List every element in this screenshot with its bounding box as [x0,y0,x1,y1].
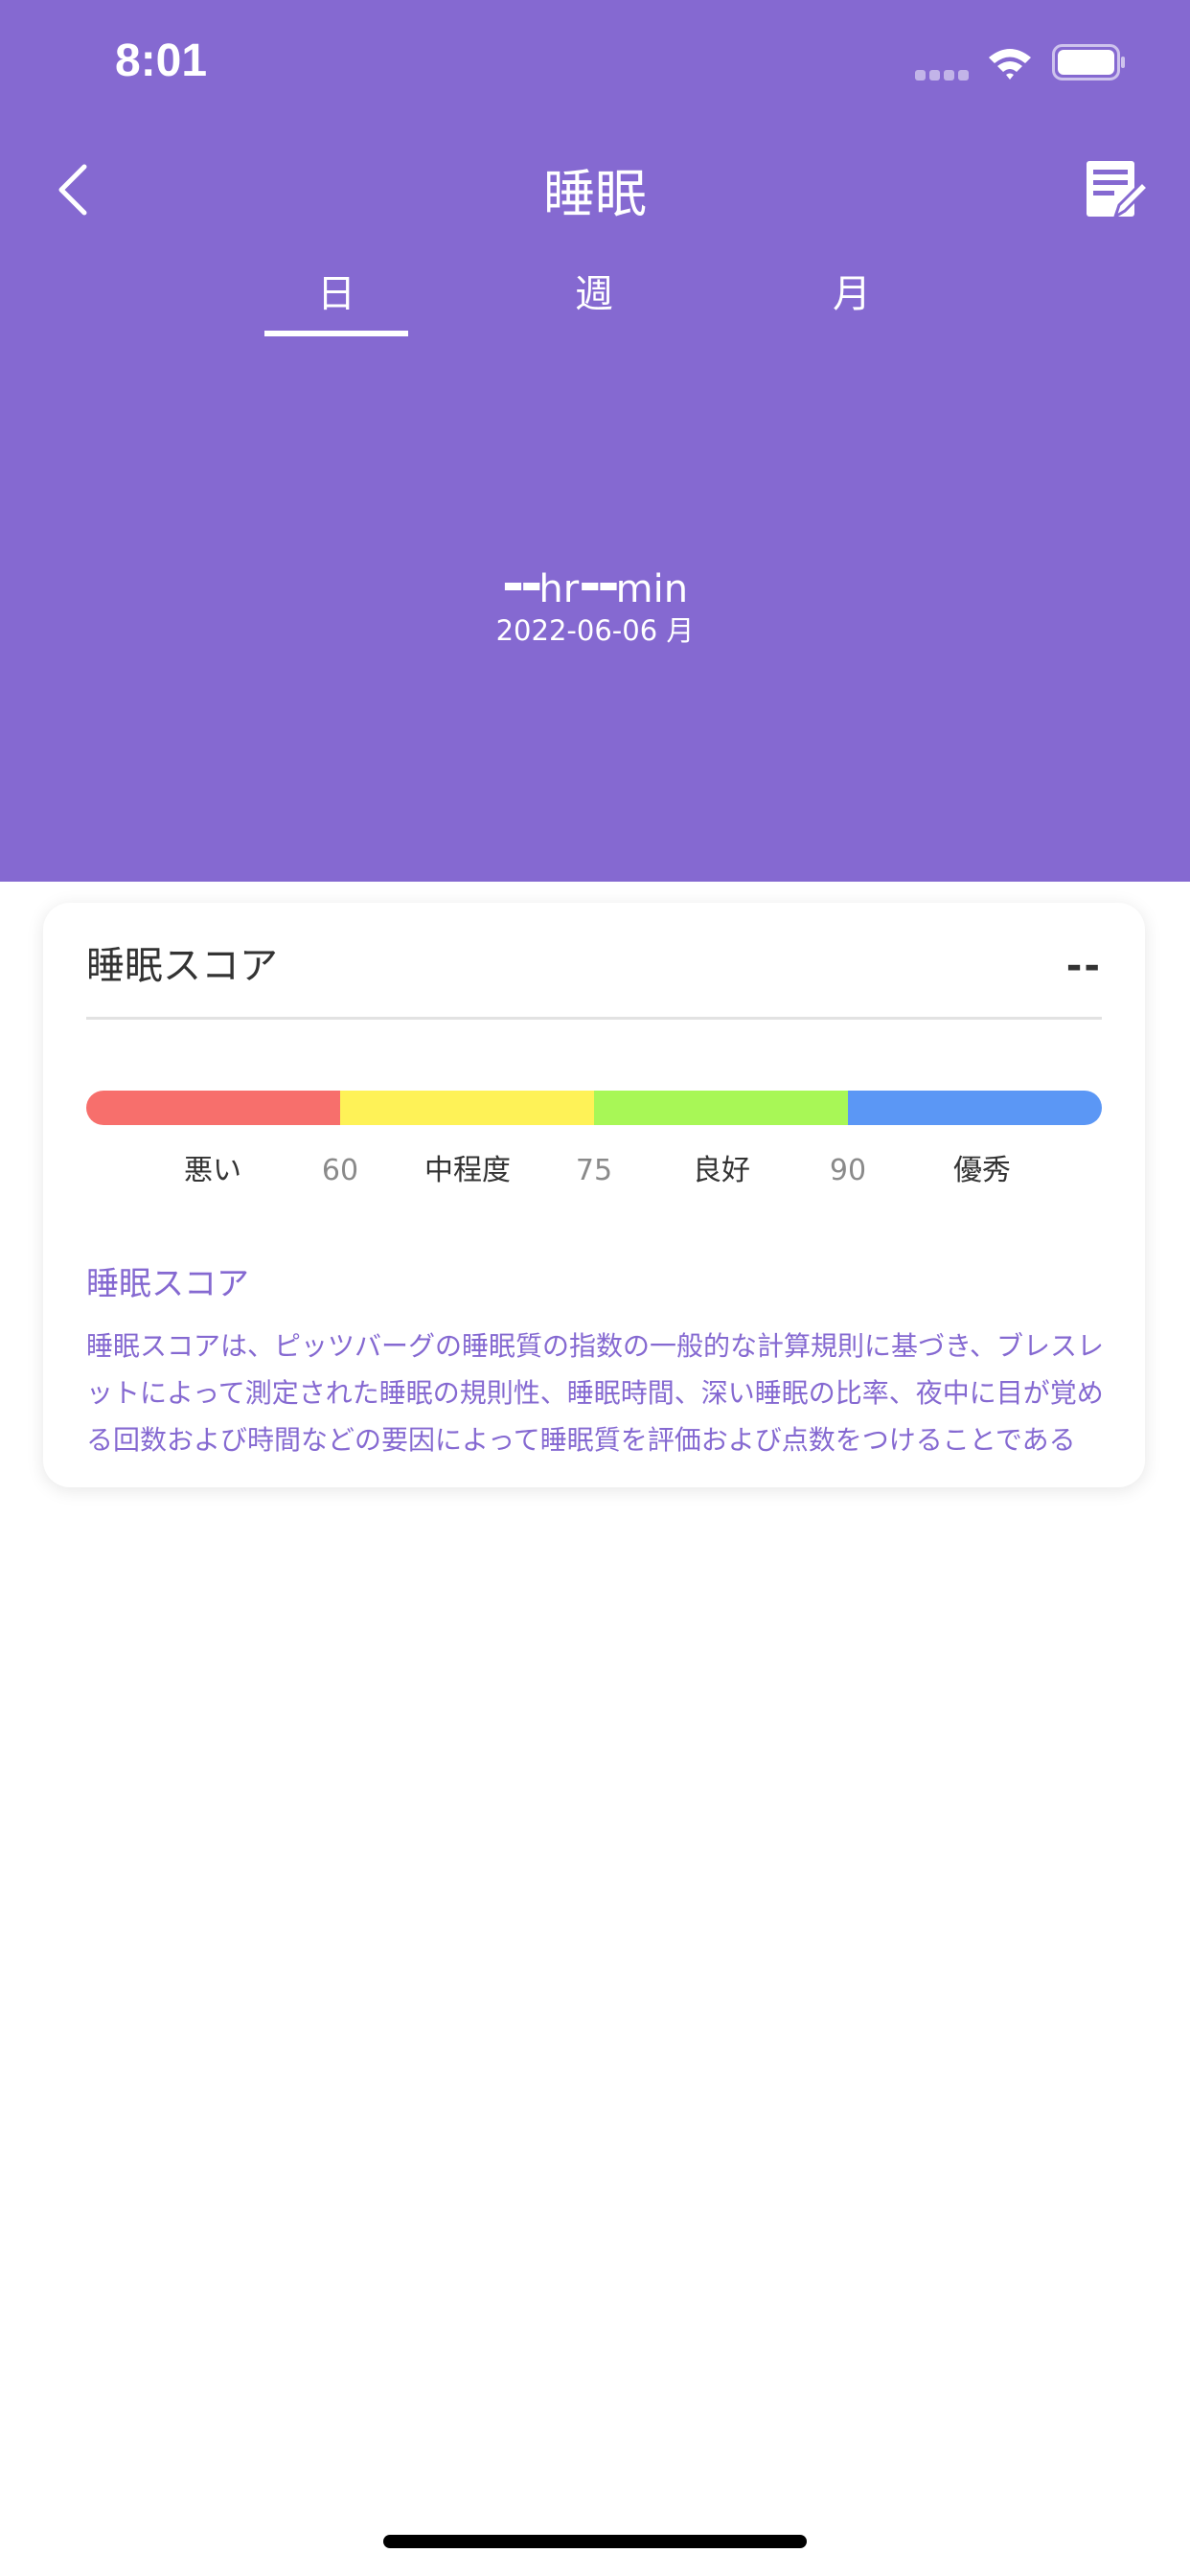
minutes-unit: min [615,567,689,611]
minutes-value: -- [579,553,620,615]
score-card-title: 睡眠スコア [86,944,278,988]
selected-date[interactable]: 2022-06-06 月 [0,613,1190,648]
wifi-icon [989,49,1031,80]
divider [86,1017,1102,1020]
scale-segment-excellent [848,1091,1102,1125]
battery-icon [1052,44,1125,80]
scale-threshold-90: 90 [829,1154,867,1187]
scale-label-bad: 悪い [184,1154,241,1187]
scale-threshold-60: 60 [321,1154,359,1187]
edit-note-icon[interactable] [1081,155,1150,224]
scale-threshold-75: 75 [575,1154,613,1187]
sleep-header: 8:01 睡眠 日 週 月 --hr--min 2022-06-06 月 [0,0,1190,882]
scale-label-medium: 中程度 [424,1154,511,1187]
scale-label-good: 良好 [693,1154,750,1187]
scale-segment-medium [340,1091,594,1125]
hours-unit: hr [538,567,580,611]
hours-value: -- [501,553,543,615]
tab-month[interactable]: 月 [780,270,924,318]
sleep-duration: --hr--min [0,554,1190,620]
status-time: 8:01 [115,35,208,86]
score-info-title: 睡眠スコア [86,1265,249,1303]
sleep-score-card: 睡眠スコア -- 悪い 60 中程度 75 良好 90 優秀 睡眠スコア 睡眠ス… [43,903,1145,1487]
scale-segment-good [594,1091,848,1125]
tab-selected-indicator [264,331,408,336]
scale-segment-bad [86,1091,340,1125]
scale-label-excellent: 優秀 [953,1154,1011,1187]
score-scale-bar [86,1091,1102,1125]
score-value: -- [1065,944,1102,988]
page-title: 睡眠 [543,164,647,224]
score-info-body: 睡眠スコアは、ピッツバーグの睡眠質の指数の一般的な計算規則に基づき、ブレスレット… [86,1330,1105,1456]
tab-day[interactable]: 日 [264,270,408,318]
tab-week[interactable]: 週 [522,270,666,318]
home-indicator[interactable] [383,2535,807,2548]
cellular-signal-icon [915,70,971,81]
